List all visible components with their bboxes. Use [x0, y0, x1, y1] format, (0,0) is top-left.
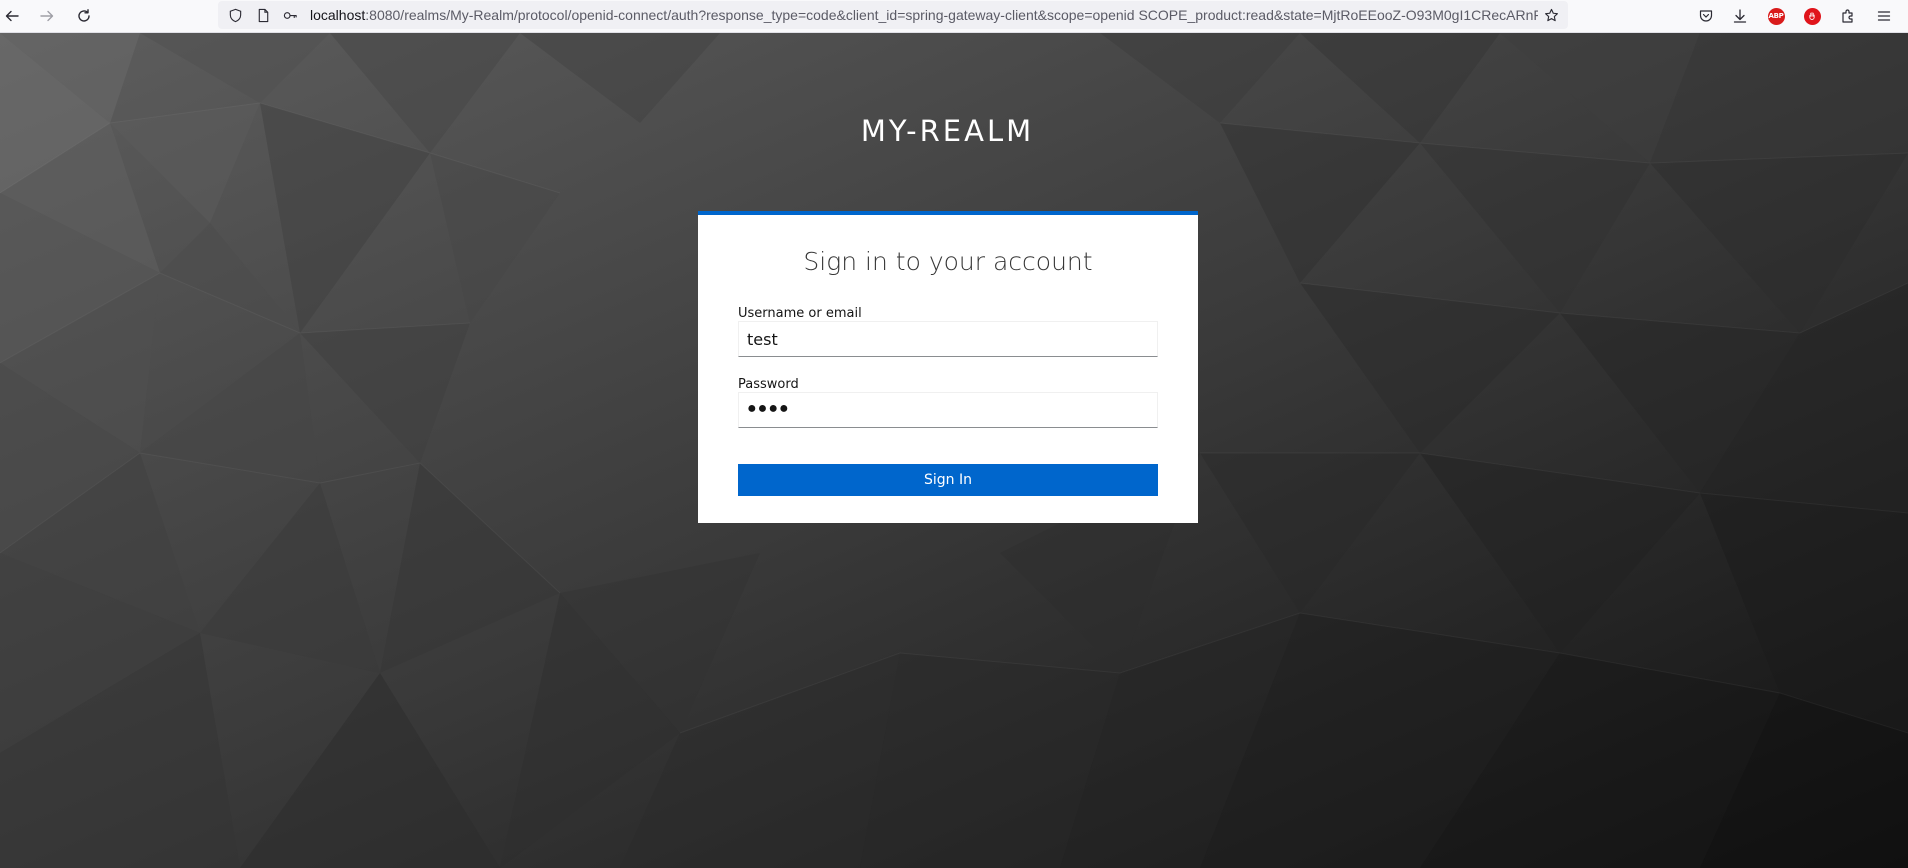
menu-icon[interactable]	[1872, 4, 1896, 28]
back-arrow-icon[interactable]	[0, 4, 24, 28]
forward-arrow-icon[interactable]	[35, 4, 59, 28]
sign-in-button[interactable]: Sign In	[738, 464, 1158, 496]
shield-icon[interactable]	[226, 6, 244, 24]
adblock-badge-label: ABP	[1767, 7, 1785, 25]
browser-toolbar: localhost:8080/realms/My-Realm/protocol/…	[0, 0, 1908, 33]
reload-icon[interactable]	[72, 4, 96, 28]
password-input[interactable]	[738, 392, 1158, 428]
username-label: Username or email	[738, 306, 862, 321]
url-text[interactable]: localhost:8080/realms/My-Realm/protocol/…	[310, 7, 1538, 23]
login-card: Sign in to your account Username or emai…	[698, 211, 1198, 523]
pocket-icon[interactable]	[1694, 4, 1718, 28]
username-input[interactable]	[738, 321, 1158, 357]
realm-title: MY-REALM	[860, 114, 1035, 148]
star-icon[interactable]	[1542, 6, 1560, 24]
page-icon[interactable]	[254, 6, 272, 24]
download-icon[interactable]	[1728, 4, 1752, 28]
stop-icon[interactable]	[1800, 4, 1824, 28]
url-bar[interactable]: localhost:8080/realms/My-Realm/protocol/…	[218, 1, 1568, 29]
url-host: localhost	[310, 7, 366, 23]
extensions-icon[interactable]	[1836, 4, 1860, 28]
card-title: Sign in to your account	[803, 247, 1093, 276]
adblock-icon[interactable]: ABP	[1764, 4, 1788, 28]
key-icon[interactable]	[281, 6, 299, 24]
url-path: :8080/realms/My-Realm/protocol/openid-co…	[365, 7, 1538, 23]
password-label: Password	[738, 377, 799, 392]
